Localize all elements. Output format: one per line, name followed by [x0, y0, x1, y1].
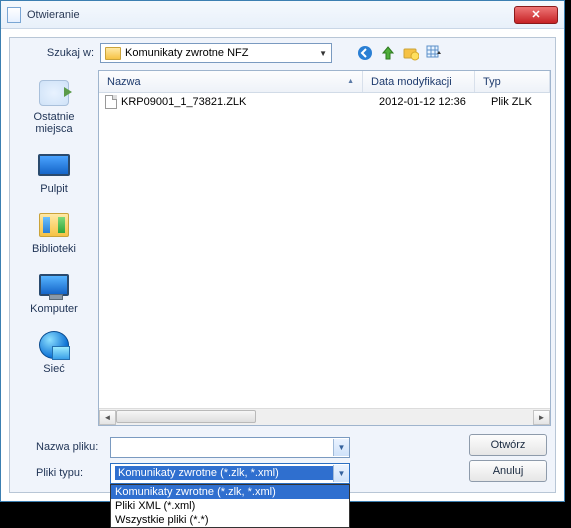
- lookin-value: Komunikaty zwrotne NFZ: [125, 47, 248, 59]
- close-button[interactable]: ✕: [514, 6, 558, 24]
- filetype-combo[interactable]: Komunikaty zwrotne (*.zlk, *.xml) ▼ Komu…: [110, 463, 350, 484]
- filetype-option[interactable]: Komunikaty zwrotne (*.zlk, *.xml): [111, 485, 349, 499]
- file-icon: [105, 95, 117, 109]
- main-area: Ostatnie miejsca Pulpit Biblioteki Kompu…: [10, 68, 555, 428]
- file-row[interactable]: KRP09001_1_73821.ZLK 2012-01-12 12:36 Pl…: [99, 93, 550, 111]
- dialog-body: Szukaj w: Komunikaty zwrotne NFZ ▼: [9, 37, 556, 493]
- lookin-label: Szukaj w:: [18, 47, 94, 59]
- column-date[interactable]: Data modyfikacji: [363, 71, 475, 92]
- place-libraries[interactable]: Biblioteki: [18, 206, 90, 258]
- action-buttons: Otwórz Anuluj: [469, 434, 547, 486]
- scroll-right-button[interactable]: ►: [533, 410, 550, 425]
- place-label: Sieć: [43, 363, 64, 375]
- computer-icon: [39, 274, 69, 296]
- file-name: KRP09001_1_73821.ZLK: [121, 96, 379, 108]
- file-list: Nazwa Data modyfikacji Typ KRP09001_1_73…: [98, 70, 551, 426]
- horizontal-scrollbar[interactable]: ◄ ►: [99, 408, 550, 425]
- filename-label: Nazwa pliku:: [18, 441, 100, 453]
- file-type: Plik ZLK: [491, 96, 544, 108]
- window-title: Otwieranie: [27, 9, 514, 21]
- view-menu-button[interactable]: [425, 44, 443, 62]
- places-bar: Ostatnie miejsca Pulpit Biblioteki Kompu…: [10, 68, 98, 428]
- filename-combo[interactable]: ▼: [110, 437, 350, 458]
- filetype-option[interactable]: Wszystkie pliki (*.*): [111, 513, 349, 527]
- cancel-button[interactable]: Anuluj: [469, 460, 547, 482]
- up-arrow-icon: [380, 45, 396, 61]
- lookin-combo[interactable]: Komunikaty zwrotne NFZ ▼: [100, 43, 332, 63]
- nav-icons: [356, 44, 443, 62]
- place-desktop[interactable]: Pulpit: [18, 146, 90, 198]
- column-type[interactable]: Typ: [475, 71, 550, 92]
- libraries-icon: [39, 213, 69, 237]
- scroll-track[interactable]: [116, 410, 533, 425]
- recent-places-icon: [39, 80, 69, 106]
- view-grid-icon: [426, 45, 442, 61]
- filetype-dropdown: Komunikaty zwrotne (*.zlk, *.xml) Pliki …: [110, 484, 350, 528]
- desktop-icon: [38, 154, 70, 176]
- column-name[interactable]: Nazwa: [99, 71, 363, 92]
- chevron-down-icon: ▼: [319, 49, 327, 58]
- place-label: Pulpit: [40, 183, 68, 195]
- place-label: Biblioteki: [32, 243, 76, 255]
- place-label: Komputer: [30, 303, 78, 315]
- toolbar: Szukaj w: Komunikaty zwrotne NFZ ▼: [10, 38, 555, 68]
- place-computer[interactable]: Komputer: [18, 266, 90, 318]
- chevron-down-icon[interactable]: ▼: [333, 439, 349, 456]
- place-network[interactable]: Sieć: [18, 326, 90, 378]
- new-folder-button[interactable]: [402, 44, 420, 62]
- filename-value: [115, 446, 333, 448]
- scroll-left-button[interactable]: ◄: [99, 410, 116, 425]
- network-icon: [39, 331, 69, 359]
- column-headers: Nazwa Data modyfikacji Typ: [99, 71, 550, 93]
- folder-icon: [105, 47, 121, 60]
- place-label: Ostatnie miejsca: [18, 111, 90, 135]
- file-date: 2012-01-12 12:36: [379, 96, 491, 108]
- file-rows: KRP09001_1_73821.ZLK 2012-01-12 12:36 Pl…: [99, 93, 550, 408]
- back-button[interactable]: [356, 44, 374, 62]
- document-icon: [7, 7, 21, 23]
- filetype-label: Pliki typu:: [18, 467, 100, 479]
- up-button[interactable]: [379, 44, 397, 62]
- bottom-panel: Nazwa pliku: ▼ Pliki typu: Komunikaty zw…: [10, 428, 555, 486]
- titlebar: Otwieranie ✕: [1, 1, 564, 29]
- new-folder-icon: [403, 45, 419, 61]
- open-dialog: Otwieranie ✕ Szukaj w: Komunikaty zwrotn…: [0, 0, 565, 502]
- scroll-thumb[interactable]: [116, 410, 256, 423]
- filetype-value: Komunikaty zwrotne (*.zlk, *.xml): [115, 466, 333, 480]
- open-button[interactable]: Otwórz: [469, 434, 547, 456]
- filetype-option[interactable]: Pliki XML (*.xml): [111, 499, 349, 513]
- chevron-down-icon[interactable]: ▼: [333, 465, 349, 482]
- place-recent[interactable]: Ostatnie miejsca: [18, 74, 90, 138]
- back-arrow-icon: [357, 45, 373, 61]
